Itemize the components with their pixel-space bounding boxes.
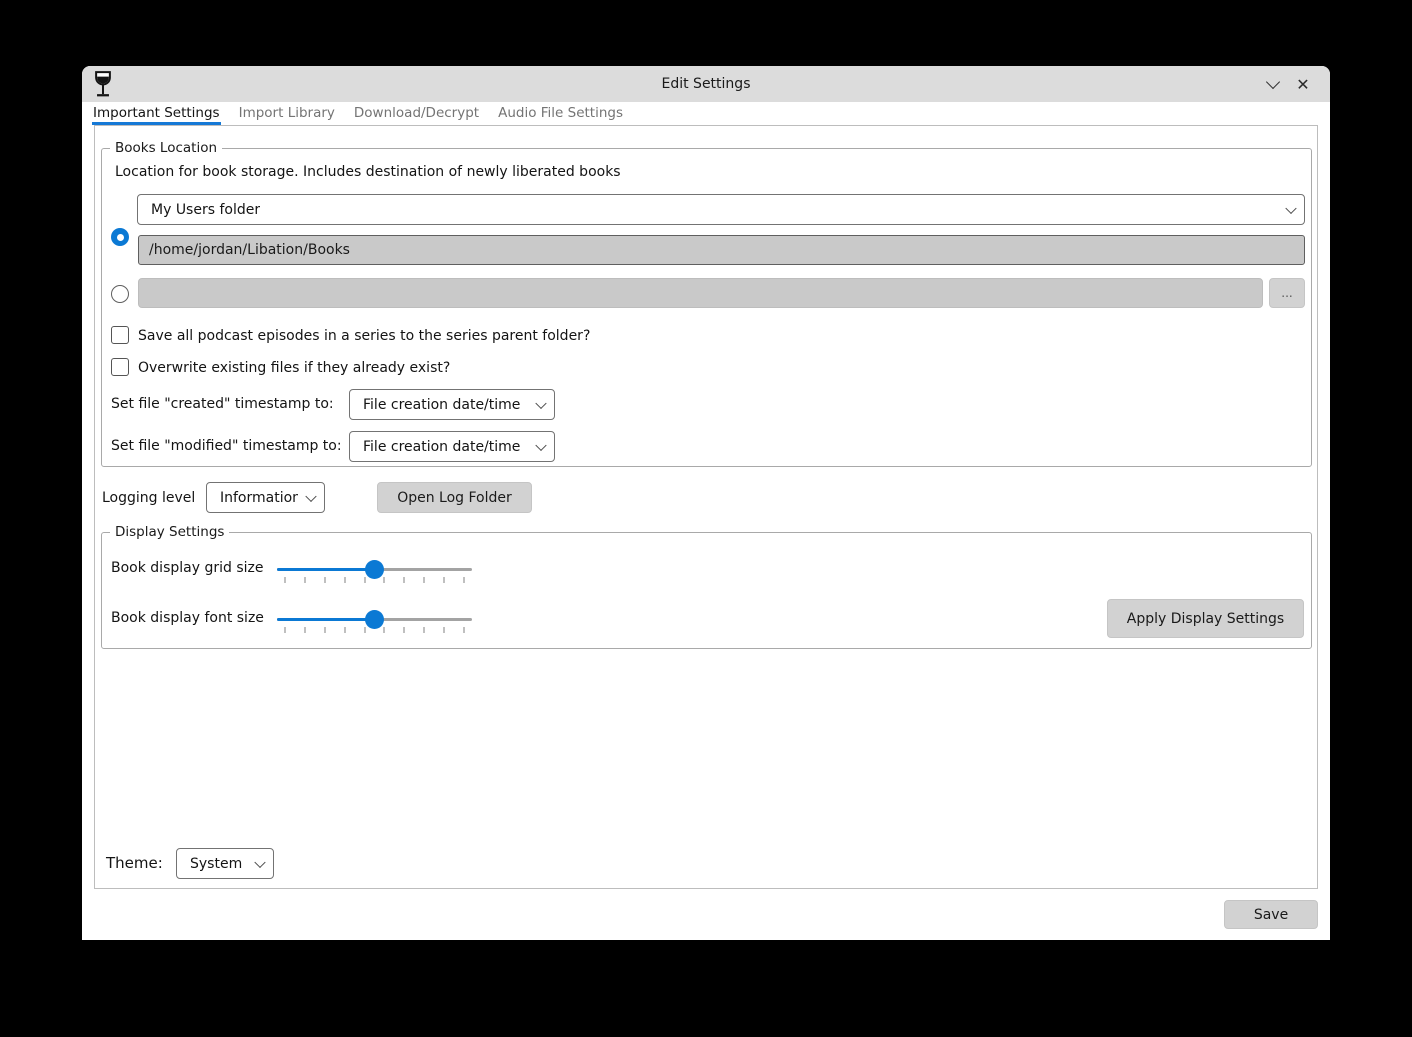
chevron-down-icon — [1266, 74, 1280, 88]
open-log-folder-button[interactable]: Open Log Folder — [377, 482, 532, 513]
close-button[interactable]: ✕ — [1290, 72, 1316, 96]
modified-timestamp-label: Set file "modified" timestamp to: — [111, 438, 342, 454]
tab-import-library[interactable]: Import Library — [238, 102, 336, 125]
overwrite-existing-checkbox[interactable] — [111, 358, 129, 376]
titlebar: Edit Settings ✕ — [82, 66, 1330, 102]
podcast-series-folder-checkbox[interactable] — [111, 326, 129, 344]
theme-dropdown[interactable]: System — [176, 848, 274, 879]
preset-dropdown-value: My Users folder — [151, 202, 260, 218]
display-settings-group: Display Settings Book display grid size … — [101, 532, 1312, 649]
tab-audio-file-settings[interactable]: Audio File Settings — [497, 102, 624, 125]
grid-size-slider[interactable] — [277, 559, 472, 579]
logging-level-value: Information — [220, 490, 298, 506]
books-location-legend: Books Location — [110, 140, 222, 156]
save-button[interactable]: Save — [1224, 900, 1318, 929]
tab-important-settings[interactable]: Important Settings — [92, 102, 221, 125]
chevron-down-icon — [535, 397, 546, 408]
theme-value: System — [190, 856, 242, 872]
theme-label: Theme: — [106, 854, 163, 872]
chevron-down-icon — [305, 490, 316, 501]
modified-timestamp-value: File creation date/time — [363, 439, 520, 455]
chevron-down-icon — [254, 856, 265, 867]
font-size-ticks — [284, 627, 465, 633]
display-settings-legend: Display Settings — [110, 524, 229, 540]
logging-level-label: Logging level — [102, 490, 195, 506]
chevron-down-icon — [535, 439, 546, 450]
books-location-radio-default[interactable] — [111, 228, 129, 246]
logging-level-dropdown[interactable]: Information — [206, 482, 325, 513]
overwrite-existing-label: Overwrite existing files if they already… — [138, 360, 450, 376]
books-location-radio-custom[interactable] — [111, 285, 129, 303]
grid-size-label: Book display grid size — [111, 560, 263, 576]
font-size-slider[interactable] — [277, 609, 472, 629]
grid-size-ticks — [284, 577, 465, 583]
edit-settings-window: Edit Settings ✕ Important Settings Impor… — [82, 66, 1330, 940]
slider-fill — [277, 568, 375, 571]
books-location-description: Location for book storage. Includes dest… — [115, 164, 621, 180]
created-timestamp-value: File creation date/time — [363, 397, 520, 413]
font-size-label: Book display font size — [111, 610, 264, 626]
apply-display-settings-button[interactable]: Apply Display Settings — [1107, 599, 1304, 638]
created-timestamp-label: Set file "created" timestamp to: — [111, 396, 334, 412]
important-settings-panel: Books Location Location for book storage… — [94, 125, 1318, 889]
books-location-group: Books Location Location for book storage… — [101, 148, 1312, 467]
window-title: Edit Settings — [82, 66, 1330, 102]
minimize-button[interactable] — [1260, 72, 1286, 96]
books-location-preset-dropdown[interactable]: My Users folder — [137, 194, 1305, 225]
chevron-down-icon — [1285, 202, 1296, 213]
custom-path-field[interactable] — [138, 278, 1263, 308]
slider-fill — [277, 618, 375, 621]
browse-button[interactable]: ... — [1269, 278, 1305, 308]
tab-download-decrypt[interactable]: Download/Decrypt — [353, 102, 480, 125]
books-location-path-field[interactable]: /home/jordan/Libation/Books — [138, 235, 1305, 265]
podcast-series-folder-label: Save all podcast episodes in a series to… — [138, 328, 590, 344]
created-timestamp-dropdown[interactable]: File creation date/time — [349, 389, 555, 420]
close-icon: ✕ — [1296, 75, 1309, 94]
tab-strip: Important Settings Import Library Downlo… — [92, 102, 624, 125]
modified-timestamp-dropdown[interactable]: File creation date/time — [349, 431, 555, 462]
